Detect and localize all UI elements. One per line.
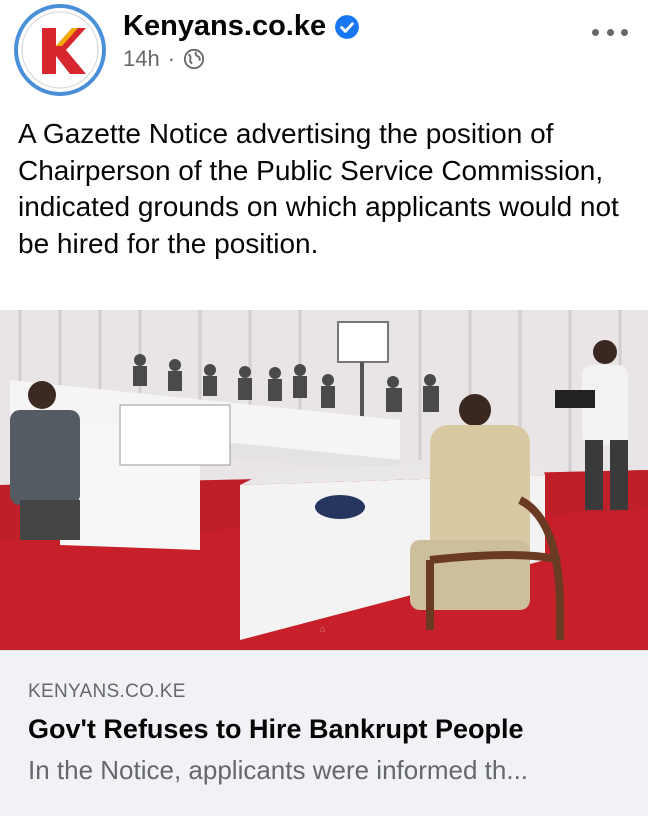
more-dot-icon (621, 28, 628, 36)
link-domain: KENYANS.CO.KE (28, 681, 186, 702)
post-photo[interactable]: ⌂ (0, 310, 648, 650)
post-caption: A Gazette Notice advertising the positio… (18, 118, 619, 259)
post-timestamp[interactable]: 14h (123, 46, 160, 72)
svg-text:⌂: ⌂ (320, 624, 325, 634)
link-preview[interactable]: KENYANS.CO.KE Gov't Refuses to Hire Bank… (0, 650, 648, 816)
verified-badge-icon (335, 14, 360, 39)
globe-icon[interactable] (183, 48, 205, 70)
more-options-button[interactable] (592, 20, 628, 44)
post-meta: 14h · (123, 46, 205, 72)
more-dot-icon (606, 28, 614, 36)
page-name[interactable]: Kenyans.co.ke (123, 10, 360, 43)
post-header: Kenyans.co.ke 14h · (0, 0, 648, 105)
kenyans-logo-icon (21, 11, 99, 89)
meeting-room-image: ⌂ (0, 310, 648, 650)
link-title[interactable]: Gov't Refuses to Hire Bankrupt People (28, 714, 524, 745)
meta-separator: · (167, 46, 176, 71)
page-name-text[interactable]: Kenyans.co.ke (123, 10, 326, 43)
more-dot-icon (592, 28, 599, 36)
page-avatar[interactable] (14, 4, 106, 96)
link-description: In the Notice, applicants were informed … (28, 755, 529, 785)
